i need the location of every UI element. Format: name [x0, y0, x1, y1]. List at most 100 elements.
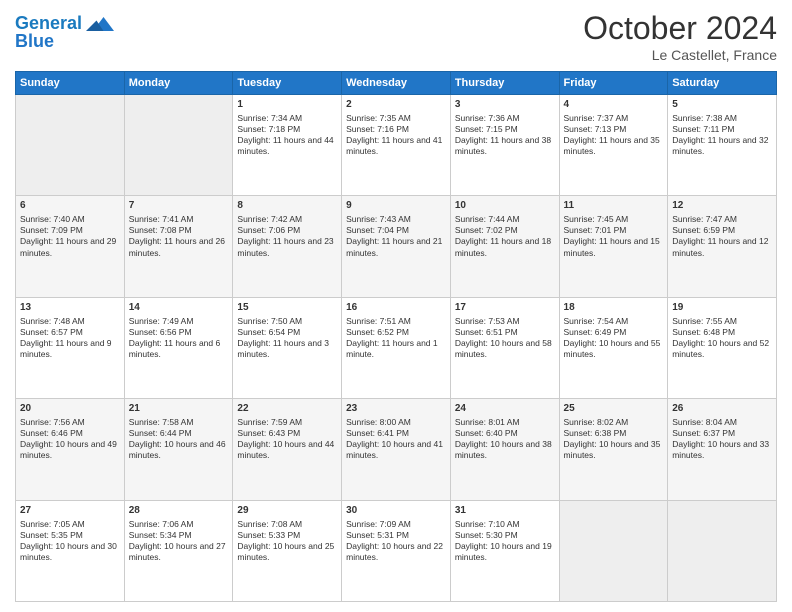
sunrise-text: Sunrise: 7:47 AM	[672, 214, 737, 224]
sunset-text: Sunset: 7:18 PM	[237, 124, 300, 134]
sunset-text: Sunset: 6:43 PM	[237, 428, 300, 438]
sunrise-text: Sunrise: 7:08 AM	[237, 519, 302, 529]
day-cell: 18Sunrise: 7:54 AMSunset: 6:49 PMDayligh…	[559, 297, 668, 398]
day-number: 10	[455, 199, 555, 212]
day-number: 13	[20, 301, 120, 314]
sunset-text: Sunset: 7:09 PM	[20, 225, 83, 235]
sunrise-text: Sunrise: 7:06 AM	[129, 519, 194, 529]
sunset-text: Sunset: 6:59 PM	[672, 225, 735, 235]
day-header-saturday: Saturday	[668, 72, 777, 95]
day-header-monday: Monday	[124, 72, 233, 95]
daylight-text: Daylight: 11 hours and 41 minutes.	[346, 135, 442, 156]
day-cell: 2Sunrise: 7:35 AMSunset: 7:16 PMDaylight…	[342, 95, 451, 196]
sunset-text: Sunset: 7:13 PM	[564, 124, 627, 134]
calendar-table: SundayMondayTuesdayWednesdayThursdayFrid…	[15, 71, 777, 602]
sunset-text: Sunset: 7:15 PM	[455, 124, 518, 134]
sunrise-text: Sunrise: 7:45 AM	[564, 214, 629, 224]
day-number: 20	[20, 402, 120, 415]
sunset-text: Sunset: 7:11 PM	[672, 124, 734, 134]
day-number: 11	[564, 199, 664, 212]
sunrise-text: Sunrise: 7:10 AM	[455, 519, 520, 529]
day-number: 1	[237, 98, 337, 111]
header: General Blue October 2024 Le Castellet, …	[15, 10, 777, 63]
sunset-text: Sunset: 6:52 PM	[346, 327, 409, 337]
sunset-text: Sunset: 5:33 PM	[237, 530, 300, 540]
sunset-text: Sunset: 7:06 PM	[237, 225, 300, 235]
sunrise-text: Sunrise: 8:02 AM	[564, 417, 629, 427]
daylight-text: Daylight: 10 hours and 22 minutes.	[346, 541, 443, 562]
day-number: 27	[20, 504, 120, 517]
day-number: 26	[672, 402, 772, 415]
sunrise-text: Sunrise: 7:38 AM	[672, 113, 737, 123]
day-number: 18	[564, 301, 664, 314]
day-cell: 30Sunrise: 7:09 AMSunset: 5:31 PMDayligh…	[342, 500, 451, 601]
day-cell: 31Sunrise: 7:10 AMSunset: 5:30 PMDayligh…	[450, 500, 559, 601]
sunrise-text: Sunrise: 7:37 AM	[564, 113, 629, 123]
sunset-text: Sunset: 6:48 PM	[672, 327, 735, 337]
day-cell: 20Sunrise: 7:56 AMSunset: 6:46 PMDayligh…	[16, 399, 125, 500]
sunset-text: Sunset: 7:16 PM	[346, 124, 409, 134]
sunset-text: Sunset: 5:30 PM	[455, 530, 518, 540]
daylight-text: Daylight: 10 hours and 25 minutes.	[237, 541, 334, 562]
day-cell: 29Sunrise: 7:08 AMSunset: 5:33 PMDayligh…	[233, 500, 342, 601]
day-number: 31	[455, 504, 555, 517]
daylight-text: Daylight: 10 hours and 30 minutes.	[20, 541, 117, 562]
daylight-text: Daylight: 10 hours and 35 minutes.	[564, 439, 661, 460]
day-cell: 16Sunrise: 7:51 AMSunset: 6:52 PMDayligh…	[342, 297, 451, 398]
sunrise-text: Sunrise: 7:48 AM	[20, 316, 85, 326]
sunset-text: Sunset: 6:46 PM	[20, 428, 83, 438]
day-cell: 11Sunrise: 7:45 AMSunset: 7:01 PMDayligh…	[559, 196, 668, 297]
day-cell: 5Sunrise: 7:38 AMSunset: 7:11 PMDaylight…	[668, 95, 777, 196]
sunset-text: Sunset: 5:34 PM	[129, 530, 192, 540]
sunrise-text: Sunrise: 8:01 AM	[455, 417, 520, 427]
day-header-sunday: Sunday	[16, 72, 125, 95]
week-row-4: 20Sunrise: 7:56 AMSunset: 6:46 PMDayligh…	[16, 399, 777, 500]
day-cell: 15Sunrise: 7:50 AMSunset: 6:54 PMDayligh…	[233, 297, 342, 398]
sunset-text: Sunset: 7:02 PM	[455, 225, 518, 235]
day-number: 22	[237, 402, 337, 415]
sunrise-text: Sunrise: 7:36 AM	[455, 113, 520, 123]
week-row-1: 1Sunrise: 7:34 AMSunset: 7:18 PMDaylight…	[16, 95, 777, 196]
sunset-text: Sunset: 6:51 PM	[455, 327, 518, 337]
sunset-text: Sunset: 5:31 PM	[346, 530, 409, 540]
day-cell: 13Sunrise: 7:48 AMSunset: 6:57 PMDayligh…	[16, 297, 125, 398]
daylight-text: Daylight: 10 hours and 55 minutes.	[564, 338, 661, 359]
week-row-3: 13Sunrise: 7:48 AMSunset: 6:57 PMDayligh…	[16, 297, 777, 398]
sunset-text: Sunset: 7:04 PM	[346, 225, 409, 235]
daylight-text: Daylight: 10 hours and 41 minutes.	[346, 439, 443, 460]
day-number: 30	[346, 504, 446, 517]
sunrise-text: Sunrise: 7:53 AM	[455, 316, 520, 326]
day-number: 21	[129, 402, 229, 415]
day-number: 16	[346, 301, 446, 314]
day-cell: 14Sunrise: 7:49 AMSunset: 6:56 PMDayligh…	[124, 297, 233, 398]
day-cell	[559, 500, 668, 601]
day-number: 3	[455, 98, 555, 111]
day-number: 25	[564, 402, 664, 415]
daylight-text: Daylight: 11 hours and 38 minutes.	[455, 135, 551, 156]
calendar-header-row: SundayMondayTuesdayWednesdayThursdayFrid…	[16, 72, 777, 95]
day-cell: 8Sunrise: 7:42 AMSunset: 7:06 PMDaylight…	[233, 196, 342, 297]
daylight-text: Daylight: 11 hours and 15 minutes.	[564, 236, 660, 257]
daylight-text: Daylight: 11 hours and 26 minutes.	[129, 236, 225, 257]
daylight-text: Daylight: 11 hours and 21 minutes.	[346, 236, 442, 257]
daylight-text: Daylight: 11 hours and 3 minutes.	[237, 338, 329, 359]
logo: General Blue	[15, 10, 114, 52]
sunrise-text: Sunrise: 7:58 AM	[129, 417, 194, 427]
sunset-text: Sunset: 6:41 PM	[346, 428, 409, 438]
day-number: 28	[129, 504, 229, 517]
day-cell: 9Sunrise: 7:43 AMSunset: 7:04 PMDaylight…	[342, 196, 451, 297]
sunrise-text: Sunrise: 7:35 AM	[346, 113, 411, 123]
daylight-text: Daylight: 10 hours and 27 minutes.	[129, 541, 226, 562]
daylight-text: Daylight: 10 hours and 33 minutes.	[672, 439, 769, 460]
day-cell: 7Sunrise: 7:41 AMSunset: 7:08 PMDaylight…	[124, 196, 233, 297]
day-number: 6	[20, 199, 120, 212]
day-cell: 6Sunrise: 7:40 AMSunset: 7:09 PMDaylight…	[16, 196, 125, 297]
sunrise-text: Sunrise: 7:49 AM	[129, 316, 194, 326]
day-cell	[668, 500, 777, 601]
day-number: 15	[237, 301, 337, 314]
day-cell: 1Sunrise: 7:34 AMSunset: 7:18 PMDaylight…	[233, 95, 342, 196]
sunset-text: Sunset: 5:35 PM	[20, 530, 83, 540]
day-header-tuesday: Tuesday	[233, 72, 342, 95]
day-cell: 10Sunrise: 7:44 AMSunset: 7:02 PMDayligh…	[450, 196, 559, 297]
sunset-text: Sunset: 6:54 PM	[237, 327, 300, 337]
